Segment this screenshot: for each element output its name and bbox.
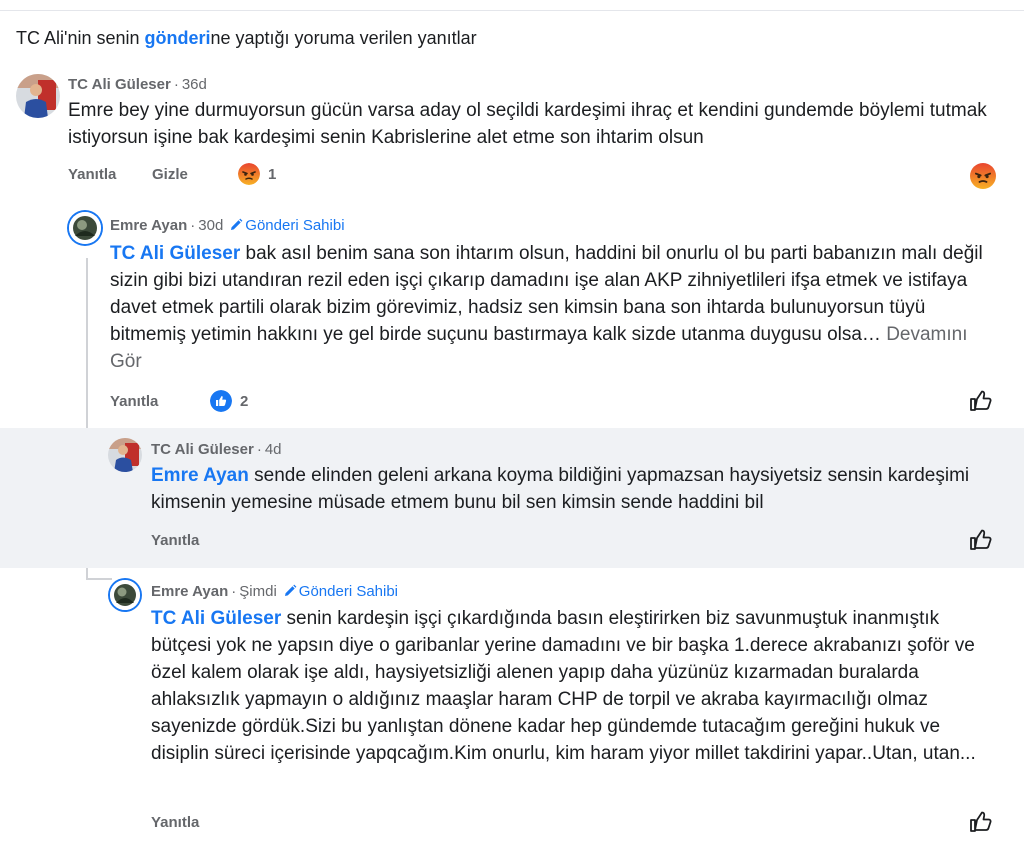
like-reaction-icon: [210, 390, 232, 412]
author-name[interactable]: Emre Ayan: [151, 583, 228, 600]
avatar[interactable]: [69, 212, 101, 244]
reaction-count: 1: [268, 165, 277, 183]
comment-text: TC Ali Güleser bak asıl benim sana son i…: [110, 243, 983, 372]
angry-reaction-icon: [238, 163, 260, 185]
avatar[interactable]: [108, 438, 142, 472]
reply-button[interactable]: Yanıtla: [110, 393, 158, 410]
pencil-icon: [231, 218, 243, 230]
comment-meta: TC Ali Güleser · 4d: [151, 441, 282, 458]
author-name[interactable]: Emre Ayan: [110, 217, 187, 234]
author-badge: Gönderi Sahibi: [283, 583, 398, 600]
reply-button[interactable]: Yanıtla: [68, 166, 116, 183]
thumbs-up-outline-icon[interactable]: [968, 809, 994, 835]
thumbs-up-outline-icon[interactable]: [968, 527, 994, 553]
comment-meta: Emre Ayan · 30d Gönderi Sahibi: [110, 217, 345, 234]
comment-time: Şimdi: [239, 583, 277, 600]
angry-reaction-icon[interactable]: [970, 163, 996, 189]
reaction-summary[interactable]: 1: [238, 163, 276, 185]
author-name[interactable]: TC Ali Güleser: [68, 76, 171, 93]
reaction-count: 2: [240, 392, 249, 410]
pencil-icon: [284, 584, 297, 596]
avatar[interactable]: [110, 580, 140, 610]
post-link[interactable]: gönderi: [145, 28, 211, 48]
comment-text: TC Ali Güleser senin kardeşin işçi çıkar…: [151, 608, 976, 764]
page-header: TC Ali'nin senin gönderine yaptığı yorum…: [16, 28, 477, 49]
mention-tag[interactable]: TC Ali Güleser: [110, 243, 240, 264]
comment-time: 4d: [264, 441, 282, 458]
comment-time: 30d: [198, 217, 224, 234]
comment-meta: TC Ali Güleser · 36d: [68, 76, 207, 93]
reply-button[interactable]: Yanıtla: [151, 814, 199, 831]
reply-button[interactable]: Yanıtla: [151, 532, 199, 549]
header-prefix: TC Ali'nin senin: [16, 28, 145, 48]
avatar[interactable]: [16, 74, 60, 118]
author-name[interactable]: TC Ali Güleser: [151, 441, 254, 458]
top-divider: [0, 10, 1024, 11]
mention-tag[interactable]: Emre Ayan: [151, 465, 249, 486]
mention-tag[interactable]: TC Ali Güleser: [151, 608, 281, 629]
thumbs-up-outline-icon[interactable]: [968, 388, 994, 414]
reaction-summary[interactable]: 2: [210, 390, 248, 412]
thread-branch: [86, 578, 112, 580]
comment-text: Emre Ayan sende elinden geleni arkana ko…: [151, 465, 970, 513]
hide-button[interactable]: Gizle: [152, 166, 188, 183]
comment-text: Emre bey yine durmuyorsun gücün varsa ad…: [68, 100, 987, 148]
author-badge: Gönderi Sahibi: [229, 217, 345, 234]
comment-meta: Emre Ayan · Şimdi Gönderi Sahibi: [151, 583, 399, 600]
header-suffix: ne yaptığı yoruma verilen yanıtlar: [210, 28, 477, 48]
comment-time: 36d: [181, 76, 207, 93]
